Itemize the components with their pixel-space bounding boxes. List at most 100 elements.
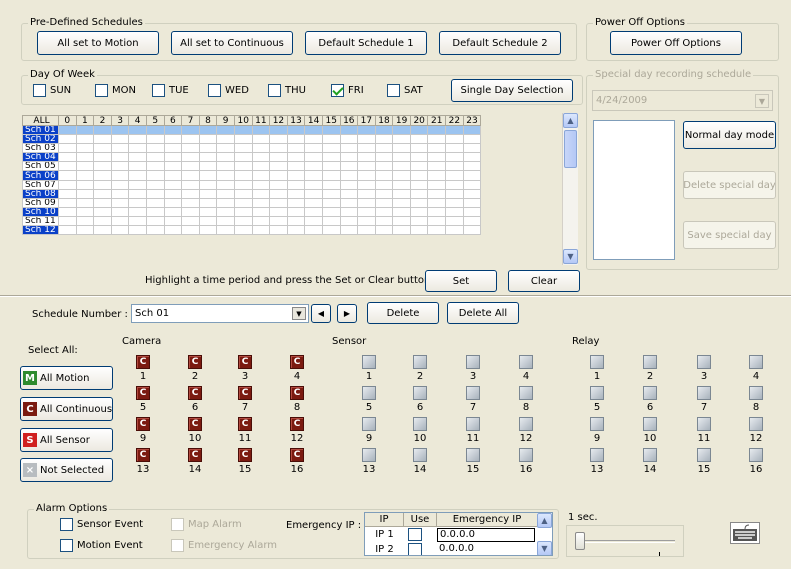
schedule-cell[interactable] <box>462 215 482 227</box>
schedule-cell[interactable] <box>145 134 165 145</box>
schedule-cell[interactable] <box>251 134 271 145</box>
schedule-cell[interactable] <box>251 197 271 208</box>
day-checkbox-fri[interactable]: FRI <box>331 84 364 97</box>
schedule-cell[interactable] <box>357 179 376 190</box>
relay-5-off-icon[interactable] <box>590 386 604 400</box>
sensor-8-off-icon[interactable] <box>519 386 533 400</box>
schedule-cell[interactable] <box>128 152 147 163</box>
schedule-cell[interactable] <box>181 134 200 145</box>
sensor-3-off-icon[interactable] <box>466 355 480 369</box>
hour-header[interactable]: 0 <box>58 115 77 126</box>
schedule-cell[interactable] <box>216 170 235 181</box>
schedule-cell[interactable] <box>110 152 130 163</box>
schedule-cell[interactable] <box>357 225 376 236</box>
schedule-cell[interactable] <box>233 188 253 199</box>
schedule-cell[interactable] <box>374 215 394 227</box>
schedule-cell[interactable] <box>304 170 323 181</box>
hour-header[interactable]: 18 <box>374 115 394 126</box>
delete-all-button[interactable]: Delete All <box>447 302 519 324</box>
default-schedule-1-button[interactable]: Default Schedule 1 <box>305 31 427 55</box>
schedule-cell[interactable] <box>145 161 165 172</box>
schedule-cell[interactable] <box>409 134 429 145</box>
schedule-cell[interactable] <box>128 161 147 172</box>
schedule-cell[interactable] <box>75 225 95 236</box>
schedule-cell[interactable] <box>462 143 482 154</box>
schedule-cell[interactable] <box>321 188 341 199</box>
schedule-cell[interactable] <box>409 179 429 190</box>
hour-header[interactable]: 19 <box>392 115 411 126</box>
schedule-cell[interactable] <box>198 170 218 181</box>
schedule-cell[interactable] <box>286 143 306 154</box>
schedule-cell[interactable] <box>233 134 253 145</box>
sensor-event-checkbox[interactable]: Sensor Event <box>60 518 143 531</box>
schedule-cell[interactable] <box>269 170 288 181</box>
relay-12-off-icon[interactable] <box>749 417 763 431</box>
schedule-cell[interactable] <box>445 179 464 190</box>
relay-1-off-icon[interactable] <box>590 355 604 369</box>
schedule-cell[interactable] <box>93 134 112 145</box>
camera-12-continuous-icon[interactable]: C <box>290 417 304 431</box>
schedule-cell[interactable] <box>93 197 112 208</box>
schedule-cell[interactable] <box>251 215 271 227</box>
schedule-cell[interactable] <box>339 206 359 217</box>
hour-header[interactable]: 6 <box>163 115 183 126</box>
schedule-cell[interactable] <box>321 170 341 181</box>
schedule-cell[interactable] <box>233 215 253 227</box>
hour-header[interactable]: 16 <box>339 115 359 126</box>
sensor-5-off-icon[interactable] <box>362 386 376 400</box>
schedule-cell[interactable] <box>181 215 200 227</box>
schedule-cell[interactable] <box>357 152 376 163</box>
schedule-cell[interactable] <box>198 124 218 136</box>
schedule-cell[interactable] <box>445 152 464 163</box>
schedule-cell[interactable] <box>357 134 376 145</box>
schedule-cell[interactable] <box>357 161 376 172</box>
schedule-cell[interactable] <box>251 170 271 181</box>
all-set-motion-button[interactable]: All set to Motion <box>37 31 159 55</box>
schedule-cell[interactable] <box>251 188 271 199</box>
schedule-cell[interactable] <box>75 179 95 190</box>
schedule-cell[interactable] <box>216 143 235 154</box>
grid-scrollbar[interactable]: ▲ ▼ <box>562 113 578 265</box>
schedule-cell[interactable] <box>93 170 112 181</box>
default-schedule-2-button[interactable]: Default Schedule 2 <box>439 31 561 55</box>
schedule-cell[interactable] <box>304 143 323 154</box>
schedule-cell[interactable] <box>286 188 306 199</box>
camera-14-continuous-icon[interactable]: C <box>188 448 202 462</box>
camera-3-continuous-icon[interactable]: C <box>238 355 252 369</box>
schedule-cell[interactable] <box>427 225 447 236</box>
schedule-cell[interactable] <box>409 225 429 236</box>
hour-header[interactable]: 21 <box>427 115 447 126</box>
schedule-cell[interactable] <box>269 143 288 154</box>
schedule-cell[interactable] <box>216 179 235 190</box>
schedule-cell[interactable] <box>269 134 288 145</box>
schedule-cell[interactable] <box>427 134 447 145</box>
schedule-cell[interactable] <box>181 170 200 181</box>
relay-2-off-icon[interactable] <box>643 355 657 369</box>
schedule-cell[interactable] <box>163 134 183 145</box>
hour-header[interactable]: 20 <box>409 115 429 126</box>
schedule-cell[interactable] <box>304 225 323 236</box>
schedule-row-label[interactable]: Sch 09 <box>22 197 59 208</box>
schedule-cell[interactable] <box>286 225 306 236</box>
schedule-cell[interactable] <box>75 170 95 181</box>
schedule-cell[interactable] <box>304 215 323 227</box>
sensor-16-off-icon[interactable] <box>519 448 533 462</box>
schedule-cell[interactable] <box>233 170 253 181</box>
relay-14-off-icon[interactable] <box>643 448 657 462</box>
select-all-continuous-button[interactable]: C All Continuous <box>20 397 113 421</box>
schedule-cell[interactable] <box>339 170 359 181</box>
schedule-cell[interactable] <box>339 197 359 208</box>
schedule-cell[interactable] <box>75 197 95 208</box>
schedule-cell[interactable] <box>181 206 200 217</box>
scroll-down-icon[interactable]: ▼ <box>563 249 578 264</box>
schedule-cell[interactable] <box>93 188 112 199</box>
schedule-cell[interactable] <box>75 143 95 154</box>
relay-6-off-icon[interactable] <box>643 386 657 400</box>
set-button[interactable]: Set <box>425 270 497 292</box>
schedule-cell[interactable] <box>374 124 394 136</box>
all-set-continuous-button[interactable]: All set to Continuous <box>171 31 293 55</box>
select-all-motion-button[interactable]: M All Motion <box>20 366 113 390</box>
relay-16-off-icon[interactable] <box>749 448 763 462</box>
schedule-cell[interactable] <box>286 134 306 145</box>
schedule-cell[interactable] <box>321 124 341 136</box>
